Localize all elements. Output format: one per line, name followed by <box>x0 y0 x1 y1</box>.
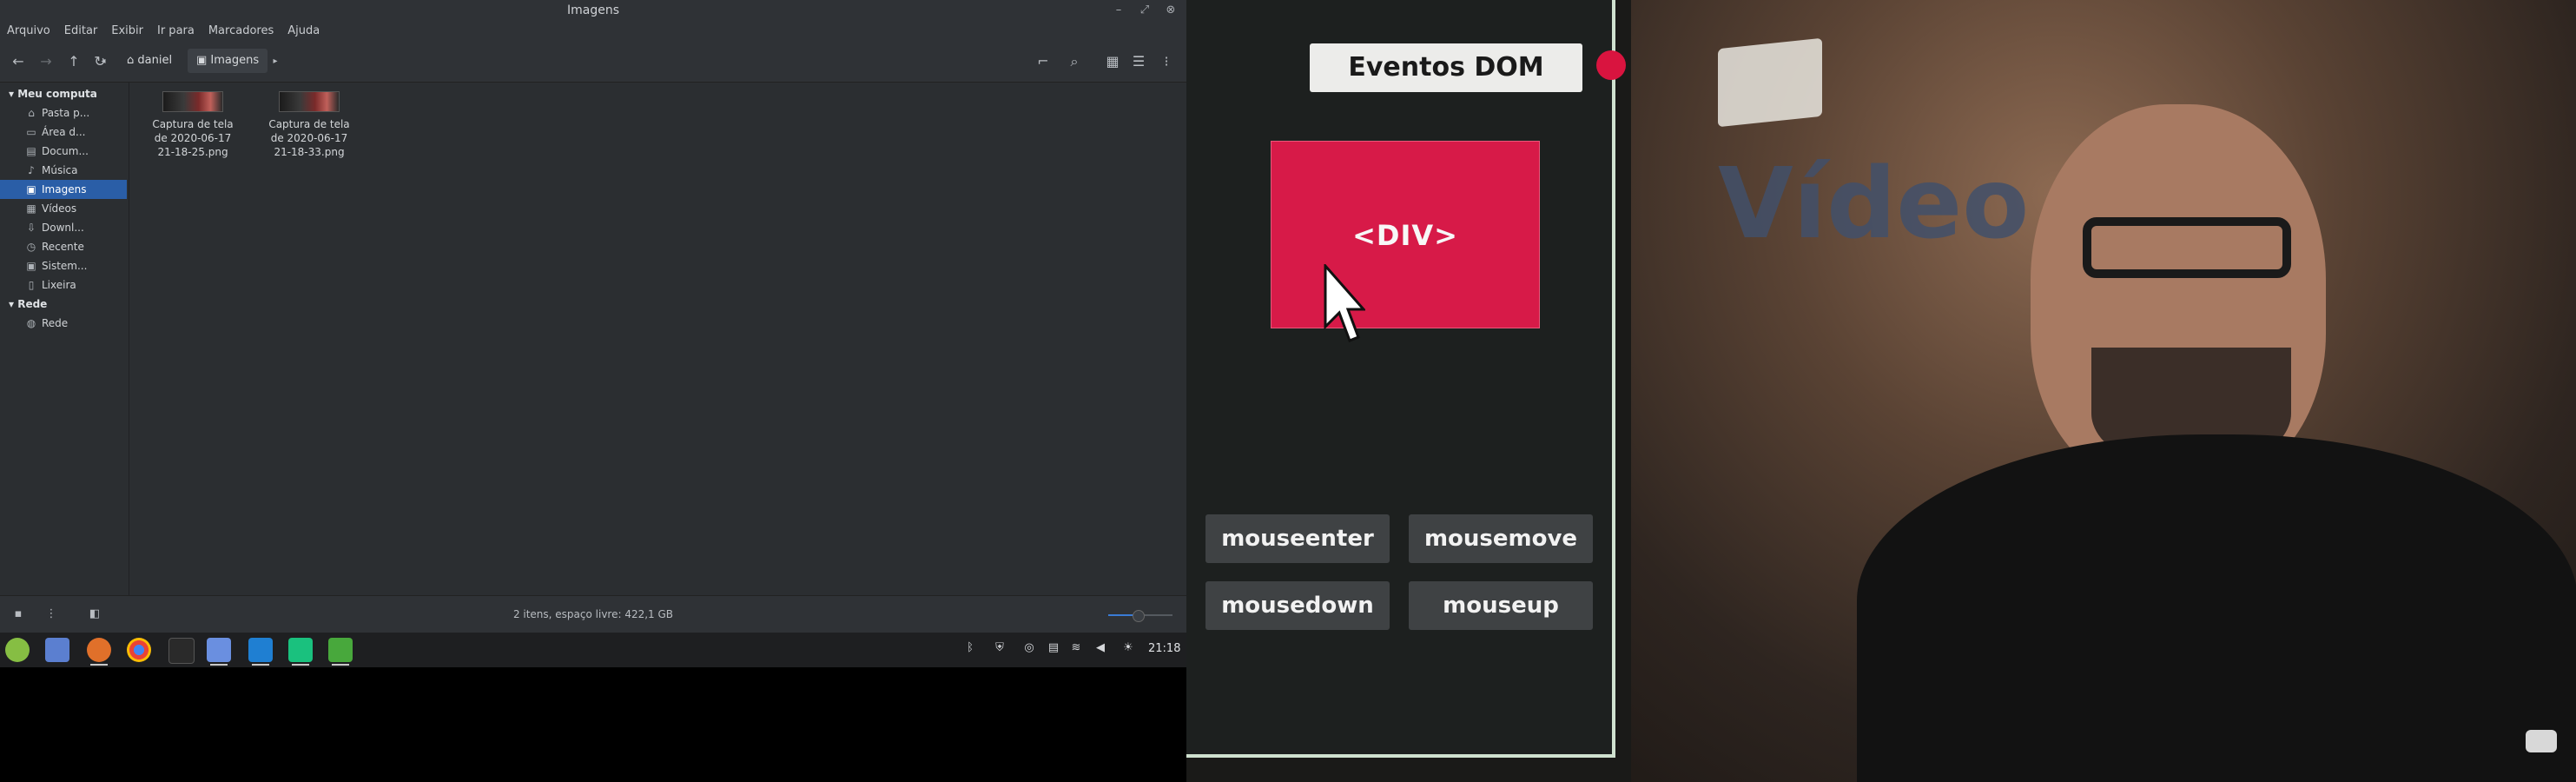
toolbar: ← → ↑ ↻ ◂ ⌂ daniel ▣ Imagens ▸ ⌐ ⌕ ▦ ☰ ⁝ <box>0 40 1186 83</box>
file-item[interactable]: Captura de tela de 2020-06-17 21-18-33.p… <box>257 91 361 159</box>
sidebar-item-pasta-pessoal[interactable]: ⌂ Pasta p... <box>0 103 127 123</box>
search-icon[interactable]: ⌕ <box>1063 50 1086 73</box>
wifi-icon[interactable]: ≋ <box>1068 641 1084 654</box>
chevron-down-icon: ▾ <box>9 88 18 100</box>
file-view[interactable]: Captura de tela de 2020-06-17 21-18-25.p… <box>129 83 1186 595</box>
app-icon[interactable] <box>328 638 353 666</box>
div-box: <DIV> <box>1271 141 1540 328</box>
panel-title: Eventos DOM <box>1310 43 1582 92</box>
network-icon[interactable]: ▤ <box>1046 641 1061 654</box>
watermark-text: Vídeo <box>1718 148 2030 261</box>
breadcrumb-imagens[interactable]: ▣ Imagens <box>188 49 268 73</box>
sidebar: ▾ Meu computa ⌂ Pasta p... ▭ Área d... ▤ Do… <box>0 83 129 595</box>
menu-editar[interactable]: Editar <box>57 22 105 37</box>
compact-view-icon[interactable]: ⁝ <box>1155 50 1178 73</box>
chevron-down-icon: ▾ <box>9 298 18 310</box>
breadcrumb-home[interactable]: ⌂ daniel <box>118 49 181 73</box>
zoom-slider[interactable] <box>1108 610 1172 622</box>
mouse-cursor-icon <box>1324 262 1367 346</box>
presenter-image: Vídeo <box>1631 0 2576 782</box>
shirt-image <box>1857 434 2576 782</box>
menu-arquivo[interactable]: Arquivo <box>0 22 57 37</box>
file-thumbnail <box>162 91 223 112</box>
sidebar-item-documentos[interactable]: ▤ Docum... <box>0 142 127 161</box>
desktop-icon: ▭ <box>26 126 36 138</box>
sidebar-item-downloads[interactable]: ⇩ Downl... <box>0 218 127 237</box>
sidebar-section-network[interactable]: ▾ Rede <box>9 298 47 310</box>
document-icon: ▤ <box>26 145 36 157</box>
sidebar-item-musica[interactable]: ♪ Música <box>0 161 127 180</box>
breadcrumb-left-icon[interactable]: ◂ <box>97 50 109 73</box>
drive-icon: ▣ <box>26 260 36 272</box>
menu-marcadores[interactable]: Marcadores <box>201 22 281 37</box>
terminal-launcher-icon[interactable] <box>168 638 195 664</box>
clock[interactable]: 21:18 <box>1148 642 1180 655</box>
menu-bar: Arquivo Editar Exibir Ir para Marcadores Ajud… <box>0 21 1186 40</box>
taskbar: ᛒ ⛨ ◎ ▤ ≋ ◀ ☀ 21:18 <box>0 633 1186 667</box>
menu-exibir[interactable]: Exibir <box>104 22 150 37</box>
download-icon: ⇩ <box>26 222 36 234</box>
volume-icon[interactable]: ◀ <box>1093 641 1108 654</box>
file-item[interactable]: Captura de tela de 2020-06-17 21-18-25.p… <box>141 91 245 159</box>
dom-events-panel <box>1186 0 1615 758</box>
sidebar-item-imagens[interactable]: ▣ Imagens <box>0 180 127 199</box>
window-title: Imagens <box>566 3 619 17</box>
bluetooth-icon[interactable]: ᛒ <box>962 641 978 654</box>
record-dot <box>1596 50 1626 80</box>
update-icon[interactable]: ◎ <box>1021 641 1037 654</box>
close-icon[interactable]: ⊗ <box>1162 2 1179 19</box>
grid-view-icon[interactable]: ▦ <box>1101 50 1124 73</box>
play-logo-image <box>1718 37 1822 128</box>
breadcrumb-right-icon[interactable]: ▸ <box>269 50 281 73</box>
event-mousedown: mousedown <box>1205 581 1390 630</box>
globe-icon: ◍ <box>26 317 36 329</box>
pycharm-icon[interactable] <box>288 638 313 666</box>
glasses-image <box>2083 217 2291 278</box>
files-running-icon[interactable] <box>207 638 231 666</box>
music-icon: ♪ <box>28 164 35 176</box>
film-icon: ▦ <box>26 202 36 215</box>
file-thumbnail <box>279 91 340 112</box>
forward-arrow-icon[interactable]: → <box>35 50 57 73</box>
title-bar[interactable]: Imagens – ⤢ ⊗ <box>0 0 1186 21</box>
sidebar-item-sistema[interactable]: ▣ Sistem... <box>0 256 127 275</box>
mint-menu-icon[interactable] <box>5 638 30 662</box>
shield-icon[interactable]: ⛨ <box>992 641 1007 654</box>
terminal-icon[interactable]: ⌐ <box>1032 50 1054 73</box>
brightness-icon[interactable]: ☀ <box>1120 641 1136 654</box>
minimize-icon[interactable]: – <box>1110 2 1127 19</box>
status-bar: ▪ ⋮ ◧ 2 itens, espaço livre: 422,1 GB <box>0 595 1186 633</box>
camera-icon: ▣ <box>26 183 36 196</box>
sidebar-item-videos[interactable]: ▦ Vídeos <box>0 199 127 218</box>
event-mouseenter: mouseenter <box>1205 514 1390 563</box>
sidebar-item-area-trabalho[interactable]: ▭ Área d... <box>0 123 127 142</box>
camera-icon: ▣ <box>196 54 211 67</box>
back-arrow-icon[interactable]: ← <box>7 50 30 73</box>
sidebar-item-lixeira[interactable]: ▯ Lixeira <box>0 275 127 295</box>
vscode-icon[interactable] <box>248 638 273 666</box>
event-mouseup: mouseup <box>1409 581 1593 630</box>
list-view-icon[interactable]: ☰ <box>1127 50 1150 73</box>
menu-ajuda[interactable]: Ajuda <box>281 22 327 37</box>
firefox-icon[interactable] <box>87 638 111 666</box>
maximize-icon[interactable]: ⤢ <box>1136 2 1153 19</box>
status-text: 2 itens, espaço livre: 422,1 GB <box>512 608 674 620</box>
event-mousemove: mousemove <box>1409 514 1593 563</box>
up-arrow-icon[interactable]: ↑ <box>63 50 85 73</box>
home-icon: ⌂ <box>28 107 35 119</box>
chrome-icon[interactable] <box>127 638 151 662</box>
youtube-icon <box>2526 730 2557 752</box>
sidebar-section-computer[interactable]: ▾ Meu computa <box>9 88 97 100</box>
menu-ir-para[interactable]: Ir para <box>150 22 201 37</box>
clock-icon: ◷ <box>26 241 36 253</box>
file-manager-launcher-icon[interactable] <box>45 638 69 662</box>
trash-icon: ▯ <box>28 279 35 291</box>
sidebar-item-rede[interactable]: ◍ Rede <box>0 314 127 333</box>
sidebar-item-recente[interactable]: ◷ Recente <box>0 237 127 256</box>
home-icon: ⌂ <box>127 54 138 67</box>
